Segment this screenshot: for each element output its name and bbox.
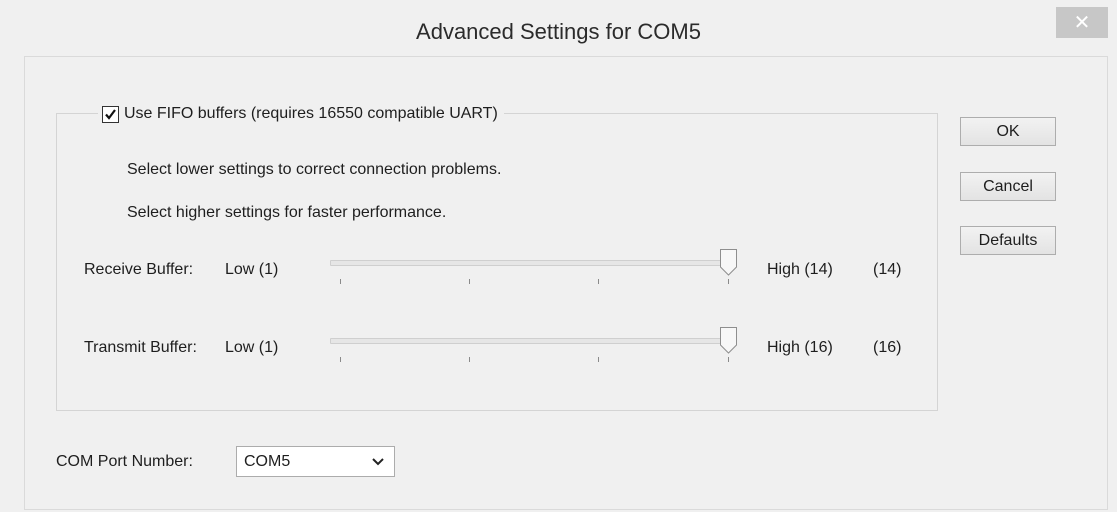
window-title: Advanced Settings for COM5	[416, 19, 701, 44]
hint-lower-text: Select lower settings to correct connect…	[127, 161, 502, 178]
slider-thumb[interactable]	[720, 249, 737, 276]
transmit-buffer-value: (16)	[873, 339, 902, 356]
slider-tick	[340, 357, 341, 362]
dialog-window: Advanced Settings for COM5 ✕ Use FIFO bu…	[0, 0, 1117, 512]
com-port-label: COM Port Number:	[56, 453, 193, 470]
transmit-buffer-label: Transmit Buffer:	[84, 339, 197, 356]
cancel-button[interactable]: Cancel	[960, 172, 1056, 201]
chevron-down-icon	[372, 458, 384, 466]
slider-tick	[340, 279, 341, 284]
slider-tick	[728, 357, 729, 362]
fifo-checkbox-label: Use FIFO buffers (requires 16550 compati…	[124, 105, 498, 122]
slider-track	[330, 338, 736, 344]
receive-buffer-low-label: Low (1)	[225, 261, 279, 278]
receive-buffer-high-label: High (14)	[767, 261, 833, 278]
close-button[interactable]: ✕	[1056, 7, 1108, 38]
close-icon: ✕	[1073, 12, 1091, 34]
slider-tick	[598, 279, 599, 284]
fifo-checkbox-row[interactable]: Use FIFO buffers (requires 16550 compati…	[98, 100, 504, 128]
slider-tick	[598, 357, 599, 362]
receive-buffer-value: (14)	[873, 261, 902, 278]
slider-tick	[728, 279, 729, 284]
checkmark-icon	[105, 108, 116, 120]
receive-buffer-slider[interactable]	[330, 249, 740, 301]
defaults-button[interactable]: Defaults	[960, 226, 1056, 255]
receive-buffer-label: Receive Buffer:	[84, 261, 194, 278]
fifo-checkbox[interactable]	[102, 105, 119, 123]
transmit-buffer-high-label: High (16)	[767, 339, 833, 356]
com-port-selected-value: COM5	[244, 453, 291, 470]
ok-button[interactable]: OK	[960, 117, 1056, 146]
slider-track	[330, 260, 736, 266]
transmit-buffer-slider[interactable]	[330, 327, 740, 379]
slider-tick	[469, 357, 470, 362]
hint-higher-text: Select higher settings for faster perfor…	[127, 204, 447, 221]
com-port-select[interactable]: COM5	[236, 446, 395, 477]
slider-tick	[469, 279, 470, 284]
slider-thumb[interactable]	[720, 327, 737, 354]
transmit-buffer-low-label: Low (1)	[225, 339, 279, 356]
